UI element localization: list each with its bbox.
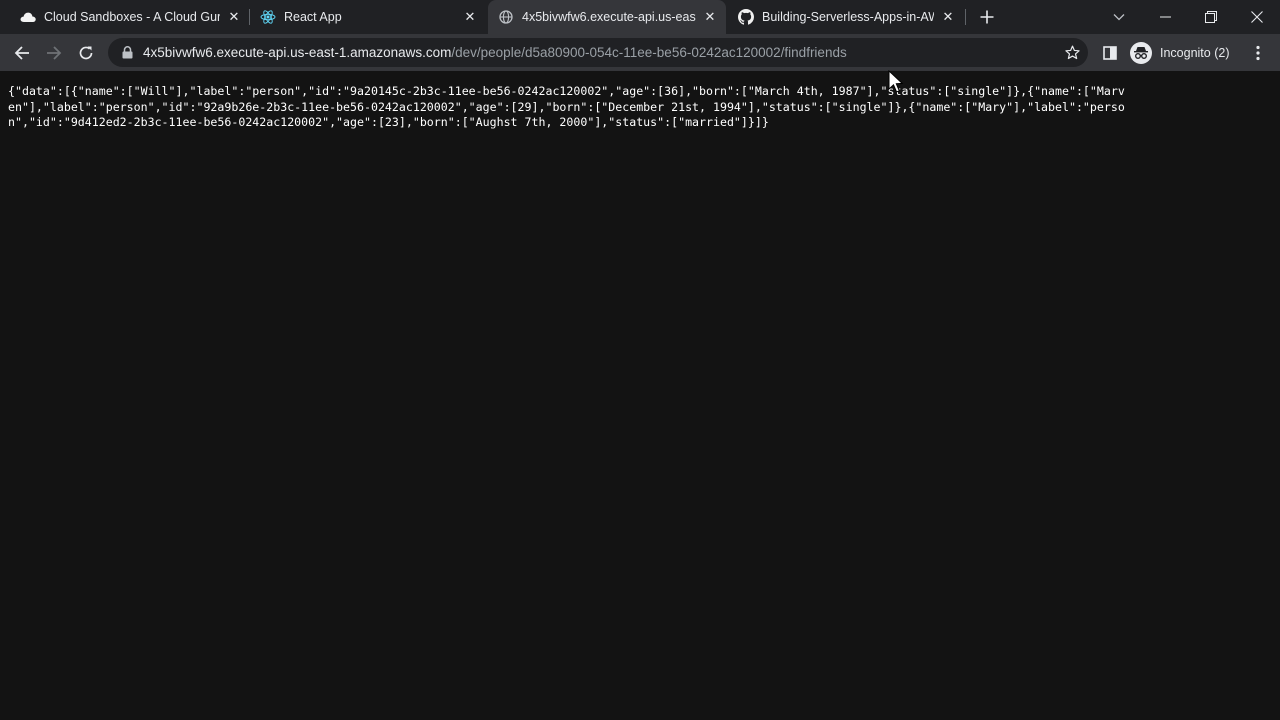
close-window-icon[interactable] xyxy=(1245,5,1269,29)
incognito-profile-button[interactable]: Incognito (2) xyxy=(1130,40,1229,65)
lock-icon[interactable] xyxy=(120,46,134,60)
url-path: /dev/people/d5a80900-054c-11ee-be56-0242… xyxy=(451,45,847,60)
tab-search-chevron-icon[interactable] xyxy=(1107,5,1131,29)
browser-toolbar: 4x5bivwfw6.execute-api.us-east-1.amazona… xyxy=(0,34,1280,71)
close-icon[interactable]: ✕ xyxy=(226,9,242,25)
reload-icon[interactable] xyxy=(73,40,99,66)
cloud-icon xyxy=(20,9,36,25)
incognito-label: Incognito (2) xyxy=(1160,45,1230,60)
minimize-icon[interactable] xyxy=(1153,5,1177,29)
url-host: 4x5bivwfw6.execute-api.us-east-1.amazona… xyxy=(143,45,452,60)
react-icon xyxy=(260,9,276,25)
tab-github[interactable]: Building-Serverless-Apps-in-AWS ✕ xyxy=(730,0,962,34)
tab-title: Building-Serverless-Apps-in-AWS xyxy=(762,10,934,24)
tab-title: React App xyxy=(284,10,342,24)
globe-icon xyxy=(498,9,514,25)
new-tab-button[interactable] xyxy=(977,7,997,27)
tab-execute-api[interactable]: 4x5bivwfw6.execute-api.us-east- ✕ xyxy=(488,0,726,34)
incognito-icon xyxy=(1130,41,1152,64)
close-icon[interactable]: ✕ xyxy=(940,9,956,25)
kebab-menu-icon[interactable] xyxy=(1248,40,1268,66)
close-icon[interactable]: ✕ xyxy=(462,9,478,25)
mouse-cursor-icon xyxy=(888,70,904,93)
json-response-text: {"data":[{"name":["Will"],"label":"perso… xyxy=(8,84,1125,129)
tab-separator xyxy=(965,9,966,25)
bookmark-star-icon[interactable] xyxy=(1064,44,1080,60)
forward-icon[interactable] xyxy=(41,40,67,66)
tab-title: 4x5bivwfw6.execute-api.us-east- xyxy=(522,10,696,24)
close-icon[interactable]: ✕ xyxy=(702,9,718,25)
github-icon xyxy=(738,9,754,25)
tab-title: Cloud Sandboxes - A Cloud Guru xyxy=(44,10,220,24)
side-panel-icon[interactable] xyxy=(1097,40,1123,66)
tab-cloud-sandboxes[interactable]: Cloud Sandboxes - A Cloud Guru ✕ xyxy=(8,0,248,34)
address-bar[interactable]: 4x5bivwfw6.execute-api.us-east-1.amazona… xyxy=(108,38,1088,67)
back-icon[interactable] xyxy=(9,40,35,66)
tab-strip: Cloud Sandboxes - A Cloud Guru ✕ React A… xyxy=(0,0,1280,34)
restore-icon[interactable] xyxy=(1199,5,1223,29)
tab-react-app[interactable]: React App ✕ xyxy=(250,0,486,34)
page-content: {"data":[{"name":["Will"],"label":"perso… xyxy=(0,71,1280,720)
